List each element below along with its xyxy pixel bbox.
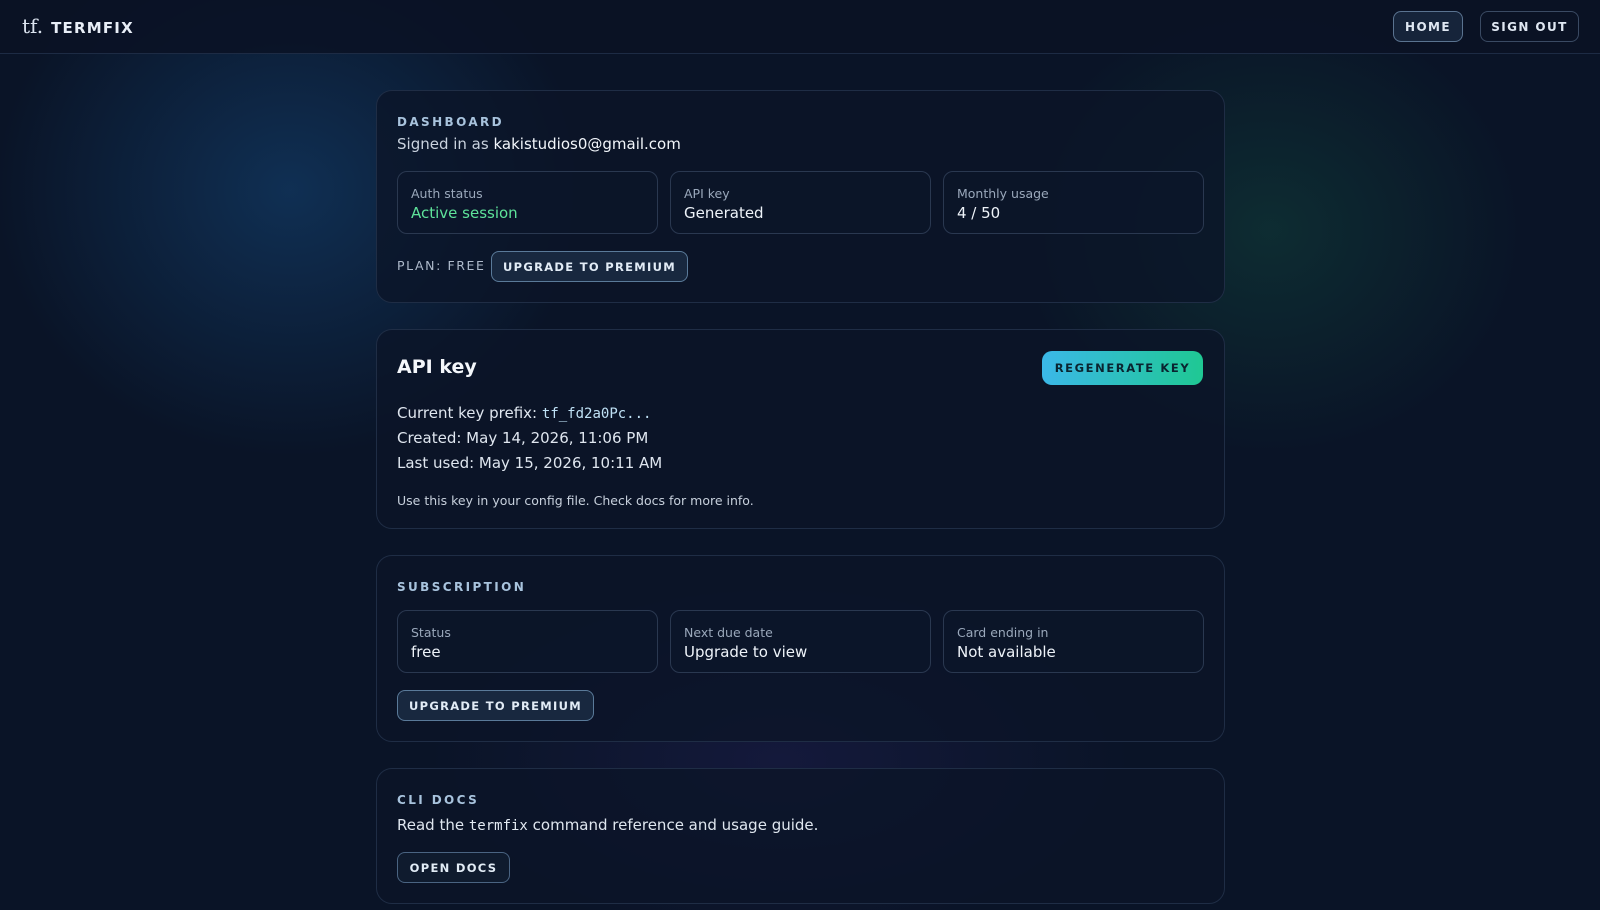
tile-label: Auth status (411, 186, 483, 201)
tile-value: Active session (411, 204, 518, 222)
cli-docs-card: CLI DOCS Read the termfix command refere… (376, 768, 1225, 904)
tile-label: Status (411, 625, 451, 640)
next-due-date-tile: Next due date Upgrade to view (670, 610, 931, 673)
plan-label: PLAN: FREE (397, 258, 486, 273)
tile-label: Monthly usage (957, 186, 1049, 201)
api-key-title: API key (397, 356, 477, 378)
cli-docs-eyebrow: CLI DOCS (397, 793, 480, 807)
key-last-used: Last used: May 15, 2026, 10:11 AM (397, 454, 663, 472)
api-key-tile: API key Generated (670, 171, 931, 234)
sign-out-button[interactable]: SIGN OUT (1480, 11, 1579, 42)
monthly-usage-tile: Monthly usage 4 / 50 (943, 171, 1204, 234)
subscription-upgrade-button[interactable]: UPGRADE TO PREMIUM (397, 690, 594, 721)
signed-in-line: Signed in as kakistudios0@gmail.com (397, 135, 681, 153)
regenerate-key-button[interactable]: REGENERATE KEY (1042, 351, 1203, 385)
tile-label: Card ending in (957, 625, 1049, 640)
home-button[interactable]: HOME (1393, 11, 1463, 42)
brand-name: TERMFIX (51, 19, 134, 37)
tile-value: free (411, 643, 441, 661)
auth-status-tile: Auth status Active session (397, 171, 658, 234)
brand-logo: tf. (22, 14, 44, 38)
key-note: Use this key in your config file. Check … (397, 493, 754, 508)
tile-value: 4 / 50 (957, 204, 1001, 222)
card-ending-tile: Card ending in Not available (943, 610, 1204, 673)
tile-label: Next due date (684, 625, 773, 640)
open-docs-button[interactable]: OPEN DOCS (397, 852, 510, 883)
top-bar: tf. TERMFIX HOME SIGN OUT (0, 0, 1600, 54)
tile-label: API key (684, 186, 730, 201)
api-key-card: API key REGENERATE KEY Current key prefi… (376, 329, 1225, 529)
cli-docs-description: Read the termfix command reference and u… (397, 816, 818, 834)
key-prefix-label: Current key prefix: (397, 404, 538, 422)
key-prefix-line: Current key prefix: tf_fd2a0Pc... (397, 404, 651, 422)
key-prefix-value: tf_fd2a0Pc... (541, 406, 652, 422)
upgrade-to-premium-button[interactable]: UPGRADE TO PREMIUM (491, 251, 688, 282)
cli-docs-text-after: command reference and usage guide. (532, 816, 819, 834)
tile-value: Upgrade to view (684, 643, 808, 661)
cli-docs-text-before: Read the (397, 816, 465, 834)
key-created: Created: May 14, 2026, 11:06 PM (397, 429, 649, 447)
tile-value: Generated (684, 204, 764, 222)
brand[interactable]: tf. TERMFIX (22, 14, 134, 38)
dashboard-card: DASHBOARD Signed in as kakistudios0@gmai… (376, 90, 1225, 303)
dashboard-eyebrow: DASHBOARD (397, 115, 505, 129)
signed-in-email: kakistudios0@gmail.com (493, 135, 681, 153)
status-tile: Status free (397, 610, 658, 673)
tile-value: Not available (957, 643, 1056, 661)
subscription-eyebrow: SUBSCRIPTION (397, 580, 527, 594)
subscription-card: SUBSCRIPTION Status free Next due date U… (376, 555, 1225, 742)
signed-in-prefix: Signed in as (397, 135, 489, 153)
cli-docs-command: termfix (468, 818, 528, 834)
